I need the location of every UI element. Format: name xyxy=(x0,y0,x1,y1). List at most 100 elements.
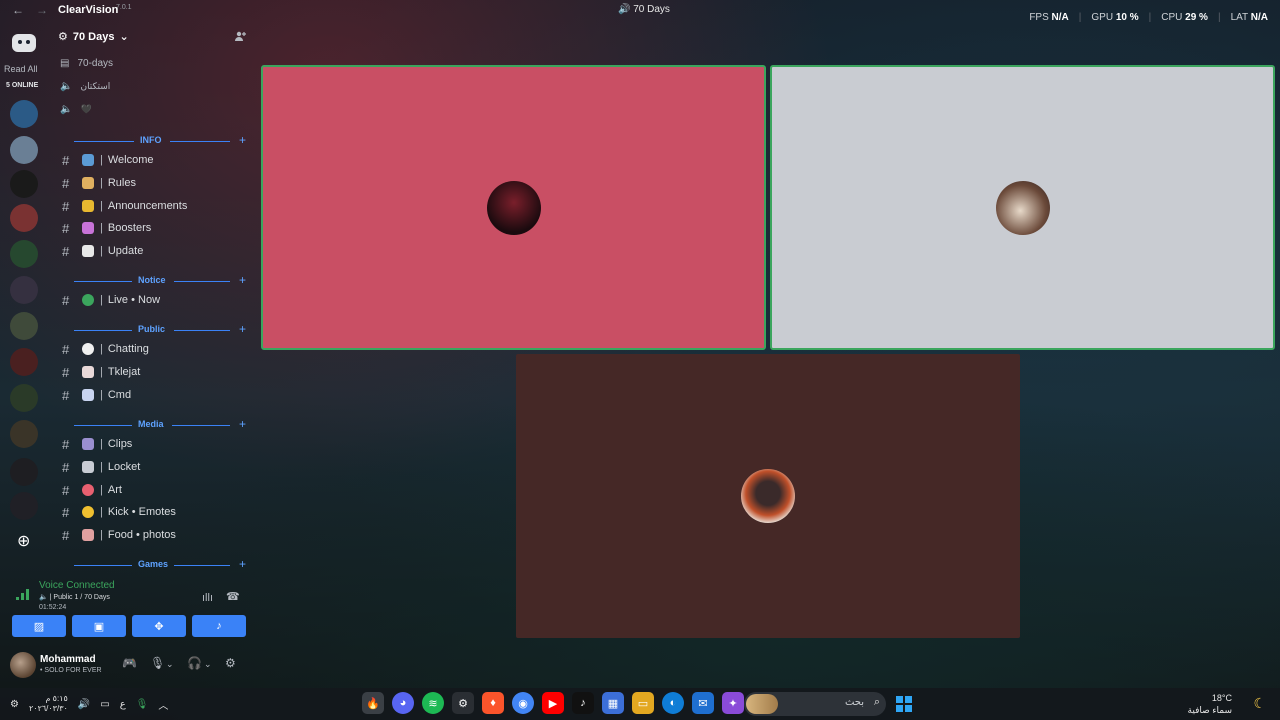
add-channel-icon[interactable]: + xyxy=(239,273,246,287)
latency-stat: LAT N/A xyxy=(1230,12,1268,23)
back-arrow-icon[interactable]: ← xyxy=(12,3,24,17)
hash-icon: # xyxy=(62,198,70,214)
microphone-icon[interactable]: 🎙 xyxy=(136,699,149,710)
add-channel-icon[interactable]: + xyxy=(239,322,246,336)
signal-icon[interactable] xyxy=(16,588,30,600)
copilot-icon[interactable]: ✦ xyxy=(722,692,744,714)
server-icon[interactable] xyxy=(10,240,38,268)
camera-off-icon: ▨ xyxy=(33,620,45,633)
read-all-button[interactable]: Read All xyxy=(4,64,38,74)
camera-button[interactable]: ▨ xyxy=(12,615,66,637)
channel-announcements[interactable]: # | Announcements xyxy=(60,197,246,215)
server-icon[interactable] xyxy=(10,136,38,164)
server-icon[interactable] xyxy=(10,458,38,486)
file-explorer-icon[interactable]: ▭ xyxy=(632,692,654,714)
add-channel-icon[interactable]: + xyxy=(239,557,246,571)
participant-avatar xyxy=(741,469,795,523)
outlook-icon[interactable]: ✉ xyxy=(692,692,714,714)
server-icon[interactable] xyxy=(10,276,38,304)
channel-live-now[interactable]: # | Live • Now xyxy=(60,291,246,309)
channel-update[interactable]: # | Update xyxy=(60,242,246,260)
category-games[interactable]: Games + xyxy=(60,557,246,571)
channel-rules[interactable]: # | Rules xyxy=(60,174,246,192)
server-icon[interactable] xyxy=(10,492,38,520)
hash-icon: # xyxy=(62,436,70,452)
category-info[interactable]: INFO + xyxy=(60,133,246,147)
channel-welcome[interactable]: # | Welcome xyxy=(60,151,246,169)
channel-cmd[interactable]: # | Cmd xyxy=(60,386,246,404)
voice-channel[interactable]: 🔈 استكتان xyxy=(60,81,110,92)
category-media[interactable]: Media + xyxy=(60,417,246,431)
voice-channel[interactable]: 🔈 🖤 xyxy=(60,104,92,115)
channel-locket[interactable]: # | Locket xyxy=(60,458,246,476)
category-notice[interactable]: Notice + xyxy=(60,273,246,287)
server-icon[interactable] xyxy=(10,312,38,340)
chevron-down-icon[interactable]: ⌄ xyxy=(166,659,174,670)
channel-tklejat[interactable]: # | Tklejat xyxy=(60,363,246,381)
server-icon[interactable] xyxy=(10,420,38,448)
game-controller-icon[interactable]: 🎮 xyxy=(122,656,137,670)
weather-widget[interactable]: 18°C سماء صافية xyxy=(1188,692,1232,716)
spotify-icon[interactable]: ≋ xyxy=(422,692,444,714)
channel-boosters[interactable]: # | Boosters xyxy=(60,219,246,237)
disconnect-icon[interactable]: ☎ xyxy=(226,590,240,603)
server-header[interactable]: ⚙ 70 Days ⌄ xyxy=(58,30,129,44)
channel-emoji-icon xyxy=(82,294,94,306)
video-tile[interactable] xyxy=(516,354,1020,638)
screen-share-button[interactable]: ▣ xyxy=(72,615,126,637)
add-server-icon[interactable]: ⊕ xyxy=(17,531,30,551)
noise-suppression-icon[interactable]: ıllı xyxy=(202,592,213,604)
activities-button[interactable]: ✥ xyxy=(132,615,186,637)
language-indicator[interactable]: ع xyxy=(120,699,126,710)
brave-icon[interactable]: ♦ xyxy=(482,692,504,714)
avatar[interactable] xyxy=(10,652,36,678)
discord-home-icon[interactable] xyxy=(12,34,36,52)
network-icon[interactable]: ▭ xyxy=(100,699,109,710)
speaker-icon: 🔈 xyxy=(60,81,73,92)
video-tile[interactable] xyxy=(770,65,1275,350)
server-icon[interactable] xyxy=(10,384,38,412)
add-channel-icon[interactable]: + xyxy=(239,133,246,147)
hash-icon: # xyxy=(62,292,70,308)
channel-food-photos[interactable]: # | Food • photos xyxy=(60,526,246,544)
pinned-app-icon[interactable]: 🔥 xyxy=(362,692,384,714)
headphones-icon[interactable]: 🎧 xyxy=(187,656,202,670)
edge-icon[interactable]: ◐ xyxy=(662,692,684,714)
chevron-down-icon[interactable]: ⌄ xyxy=(204,659,212,670)
volume-icon[interactable]: 🔊 xyxy=(78,699,90,710)
voice-status[interactable]: Voice Connected xyxy=(39,580,115,591)
settings-icon[interactable]: ⚙ xyxy=(10,699,19,710)
channel-chatting[interactable]: # | Chatting xyxy=(60,340,246,358)
chevron-up-icon[interactable]: ︿ xyxy=(158,697,168,712)
soundboard-button[interactable]: ♪ xyxy=(192,615,246,637)
server-icon[interactable] xyxy=(10,204,38,232)
windows-start-icon[interactable] xyxy=(896,696,912,712)
microphone-icon[interactable]: 🎙 xyxy=(150,656,165,670)
server-icon[interactable] xyxy=(10,100,38,128)
invite-people-icon[interactable] xyxy=(234,30,246,42)
chevron-down-icon: ⌄ xyxy=(119,31,129,43)
store-icon[interactable]: ▦ xyxy=(602,692,624,714)
voice-channel-path[interactable]: 🔈 | Public 1 / 70 Days xyxy=(39,593,110,601)
voice-channel[interactable]: ▤ 70-days xyxy=(60,58,113,69)
settings-gear-icon[interactable]: ⚙ xyxy=(225,656,236,670)
tiktok-icon[interactable]: ♪ xyxy=(572,692,594,714)
category-public[interactable]: Public + xyxy=(60,322,246,336)
channel-list: ⚙ 70 Days ⌄ ▤ 70-days 🔈 استكتان 🔈 🖤 INFO… xyxy=(52,26,252,576)
video-tile[interactable] xyxy=(261,65,766,350)
search-box[interactable]: بحث ⌕ xyxy=(744,692,886,716)
system-clock[interactable]: ٥:١٥ م ٢٠٢٦/٠٣/٣٠ xyxy=(29,694,68,714)
add-channel-icon[interactable]: + xyxy=(239,417,246,431)
channel-kick-emotes[interactable]: # | Kick • Emotes xyxy=(60,503,246,521)
steam-icon[interactable]: ⚙ xyxy=(452,692,474,714)
channel-emoji-icon xyxy=(82,506,94,518)
forward-arrow-icon[interactable]: → xyxy=(36,3,48,17)
channel-art[interactable]: # | Art xyxy=(60,481,246,499)
username[interactable]: Mohammad xyxy=(40,654,96,665)
discord-app-icon[interactable]: ◕ xyxy=(392,692,414,714)
channel-clips[interactable]: # | Clips xyxy=(60,435,246,453)
youtube-icon[interactable]: ▶ xyxy=(542,692,564,714)
server-icon[interactable] xyxy=(10,170,38,198)
server-icon[interactable] xyxy=(10,348,38,376)
chrome-icon[interactable]: ◉ xyxy=(512,692,534,714)
